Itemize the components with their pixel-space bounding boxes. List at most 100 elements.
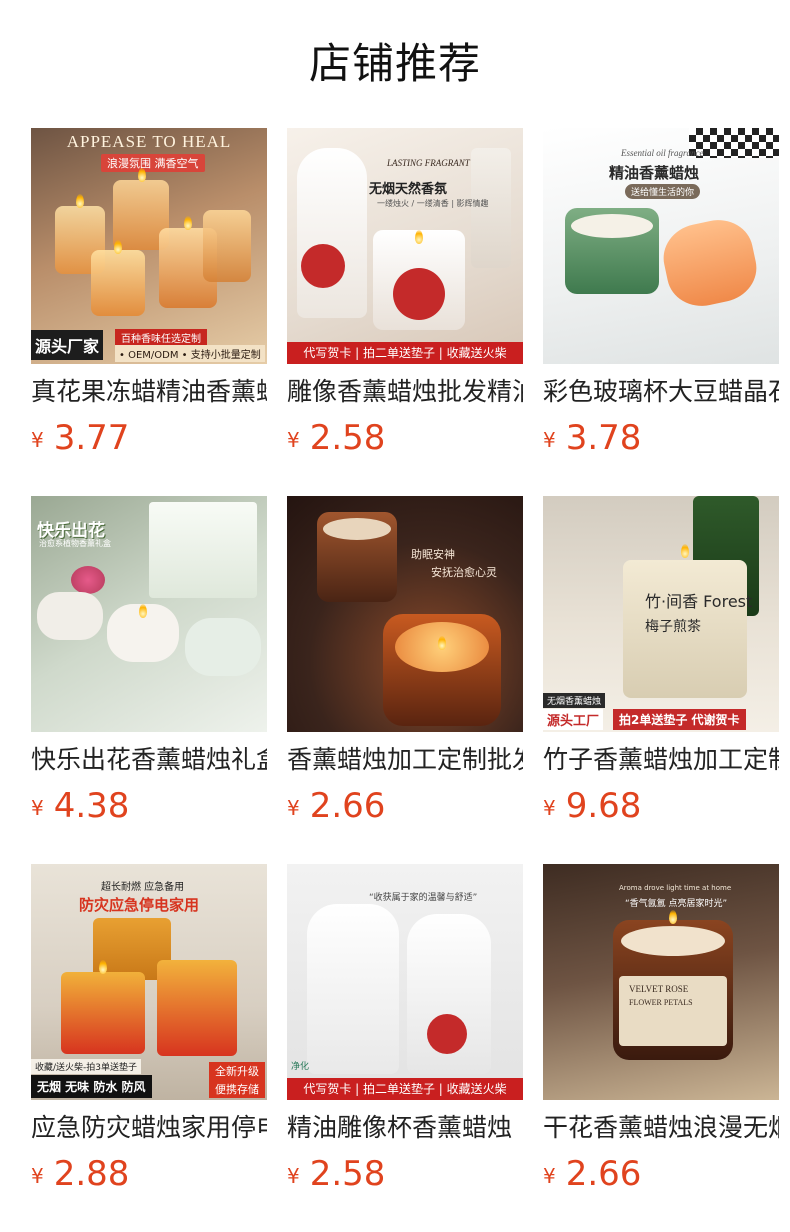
seal-icon — [393, 268, 445, 320]
badge-tail: 拍2单送垫子 代谢贺卡 — [613, 709, 746, 730]
product-name[interactable]: 彩色玻璃杯大豆蜡晶石 — [543, 376, 779, 408]
badge-right-2: 便携存储 — [209, 1080, 265, 1098]
price-value: 2.58 — [309, 1154, 386, 1194]
product-name[interactable]: 精油雕像杯香薰蜡烛 — [287, 1112, 523, 1144]
currency-symbol: ¥ — [31, 1164, 44, 1188]
currency-symbol: ¥ — [287, 1164, 300, 1188]
price-value: 2.58 — [309, 418, 386, 458]
jar-label: VELVET ROSE — [629, 984, 689, 994]
product-image[interactable]: “收获属于家的温馨与舒适” 净化 代写贺卡 | 拍二单送垫子 | 收藏送火柴 — [287, 864, 523, 1100]
product-card[interactable]: 竹·间香 Forest 梅子煎茶 无烟香薰蜡烛 源头工厂 拍2单送垫子 代谢贺卡… — [543, 496, 779, 826]
flame-icon — [184, 216, 192, 230]
image-headline: Essential oil fragrance — [621, 148, 704, 158]
tin-candle — [157, 960, 237, 1056]
image-headline: LASTING FRAGRANT — [387, 158, 470, 168]
image-subline: 防灾应急停电家用 — [79, 896, 200, 914]
product-name[interactable]: 竹子香薰蜡烛加工定制 — [543, 744, 779, 776]
image-subline: 精油香薰蜡烛 — [609, 164, 700, 182]
product-image[interactable]: 快乐出花 治愈系植物香薰礼盒 — [31, 496, 267, 732]
image-subline: “香气氤氲 点亮居家时光” — [625, 899, 728, 909]
product-price: ¥2.66 — [543, 1154, 641, 1194]
product-price: ¥2.58 — [287, 1154, 385, 1194]
candle-jar — [91, 250, 145, 316]
product-card[interactable]: Aroma drove light time at home “香气氤氲 点亮居… — [543, 864, 779, 1194]
product-name[interactable]: 真花果冻蜡精油香薰蜡烛 — [31, 376, 267, 408]
image-subline: 浪漫氛围 满香空气 — [101, 154, 205, 172]
product-price: ¥4.38 — [31, 786, 129, 826]
product-card[interactable]: 助眠安神 安抚治愈心灵 香薰蜡烛加工定制批发 ¥2.66 — [287, 496, 523, 826]
flame-icon — [99, 960, 107, 974]
flower-candle — [37, 592, 103, 640]
flame-icon — [114, 240, 122, 254]
currency-symbol: ¥ — [31, 428, 44, 452]
product-card[interactable]: 快乐出花 治愈系植物香薰礼盒 快乐出花香薰蜡烛礼盒 ¥4.38 — [31, 496, 267, 826]
price-value: 3.78 — [565, 418, 642, 458]
currency-symbol: ¥ — [543, 1164, 556, 1188]
badge-line-1: 百种香味任选定制 — [115, 329, 207, 346]
wax-top — [571, 214, 653, 238]
price-value: 4.38 — [53, 786, 130, 826]
product-card[interactable]: “收获属于家的温馨与舒适” 净化 代写贺卡 | 拍二单送垫子 | 收藏送火柴 精… — [287, 864, 523, 1194]
product-image[interactable]: Aroma drove light time at home “香气氤氲 点亮居… — [543, 864, 779, 1100]
factory-badge: 源头厂家 — [31, 330, 104, 360]
wax-top — [621, 926, 725, 956]
flame-icon — [76, 194, 84, 208]
factory-badge: 源头工厂 — [543, 709, 604, 730]
product-price: ¥3.77 — [31, 418, 129, 458]
orange-jar — [657, 213, 763, 313]
price-value: 3.77 — [53, 418, 130, 458]
product-image[interactable]: 竹·间香 Forest 梅子煎茶 无烟香薰蜡烛 源头工厂 拍2单送垫子 代谢贺卡 — [543, 496, 779, 732]
product-price: ¥9.68 — [543, 786, 641, 826]
product-price: ¥2.58 — [287, 418, 385, 458]
jar-sublabel: 梅子煎茶 — [645, 619, 701, 635]
seal-icon — [427, 1014, 467, 1054]
image-smalltext: 一缕烛火 / 一缕清香 | 影辉情趣 — [377, 199, 489, 208]
product-name[interactable]: 雕像香薰蜡烛批发精油 — [287, 376, 523, 408]
product-name[interactable]: 干花香薰蜡烛浪漫无烟 — [543, 1112, 779, 1144]
product-image[interactable]: LASTING FRAGRANT 无烟天然香氛 一缕烛火 / 一缕清香 | 影辉… — [287, 128, 523, 364]
strip-a: 收藏/送火柴-拍3单送垫子 — [31, 1059, 142, 1074]
product-name[interactable]: 应急防灾蜡烛家用停电 — [31, 1112, 267, 1144]
page-title: 店铺推荐 — [308, 39, 481, 88]
flame-icon — [681, 544, 689, 558]
product-card[interactable]: APPEASE TO HEAL 浪漫氛围 满香空气 源头厂家 百种香味任选定制 … — [31, 128, 267, 458]
jar-sublabel: FLOWER PETALS — [629, 998, 693, 1007]
flame-icon — [415, 230, 423, 244]
product-image[interactable]: APPEASE TO HEAL 浪漫氛围 满香空气 源头厂家 百种香味任选定制 … — [31, 128, 267, 364]
flower-icon — [71, 566, 105, 594]
badge-line-2: • OEM/ODM • 支持小批量定制 — [115, 345, 265, 362]
product-name[interactable]: 快乐出花香薰蜡烛礼盒 — [31, 744, 267, 776]
product-price: ¥2.66 — [287, 786, 385, 826]
currency-symbol: ¥ — [543, 428, 556, 452]
tin-candle — [61, 972, 145, 1054]
flame-icon — [138, 168, 146, 182]
product-image[interactable]: 超长耐燃 应急备用 防灾应急停电家用 收藏/送火柴-拍3单送垫子 无烟 无味 防… — [31, 864, 267, 1100]
image-subline: 无烟天然香氛 — [369, 182, 448, 197]
product-image[interactable]: 助眠安神 安抚治愈心灵 — [287, 496, 523, 732]
statue-jar — [307, 904, 399, 1074]
price-value: 2.88 — [53, 1154, 130, 1194]
product-price: ¥2.88 — [31, 1154, 129, 1194]
price-value: 2.66 — [565, 1154, 642, 1194]
image-headline: 超长耐燃 应急备用 — [101, 882, 185, 893]
currency-symbol: ¥ — [543, 796, 556, 820]
seal-icon — [301, 244, 345, 288]
candle-jar — [203, 210, 251, 282]
product-name[interactable]: 香薰蜡烛加工定制批发 — [287, 744, 523, 776]
currency-symbol: ¥ — [31, 796, 44, 820]
product-card[interactable]: LASTING FRAGRANT 无烟天然香氛 一缕烛火 / 一缕清香 | 影辉… — [287, 128, 523, 458]
product-card[interactable]: Essential oil fragrance 精油香薰蜡烛 送给懂生活的你 彩… — [543, 128, 779, 458]
image-headline: APPEASE TO HEAL — [66, 132, 232, 151]
wax-top — [323, 518, 391, 540]
promo-strip: 代写贺卡 | 拍二单送垫子 | 收藏送火柴 — [287, 342, 523, 364]
price-value: 2.66 — [309, 786, 386, 826]
image-headline: 助眠安神 — [411, 548, 455, 561]
product-image[interactable]: Essential oil fragrance 精油香薰蜡烛 送给懂生活的你 — [543, 128, 779, 364]
flame-icon — [438, 636, 446, 650]
flame-icon — [669, 910, 677, 924]
image-subline: 治愈系植物香薰礼盒 — [39, 539, 111, 548]
image-subline: 安抚治愈心灵 — [431, 566, 497, 579]
product-card[interactable]: 超长耐燃 应急备用 防灾应急停电家用 收藏/送火柴-拍3单送垫子 无烟 无味 防… — [31, 864, 267, 1194]
product-price: ¥3.78 — [543, 418, 641, 458]
page-header: 店铺推荐 — [0, 0, 790, 128]
